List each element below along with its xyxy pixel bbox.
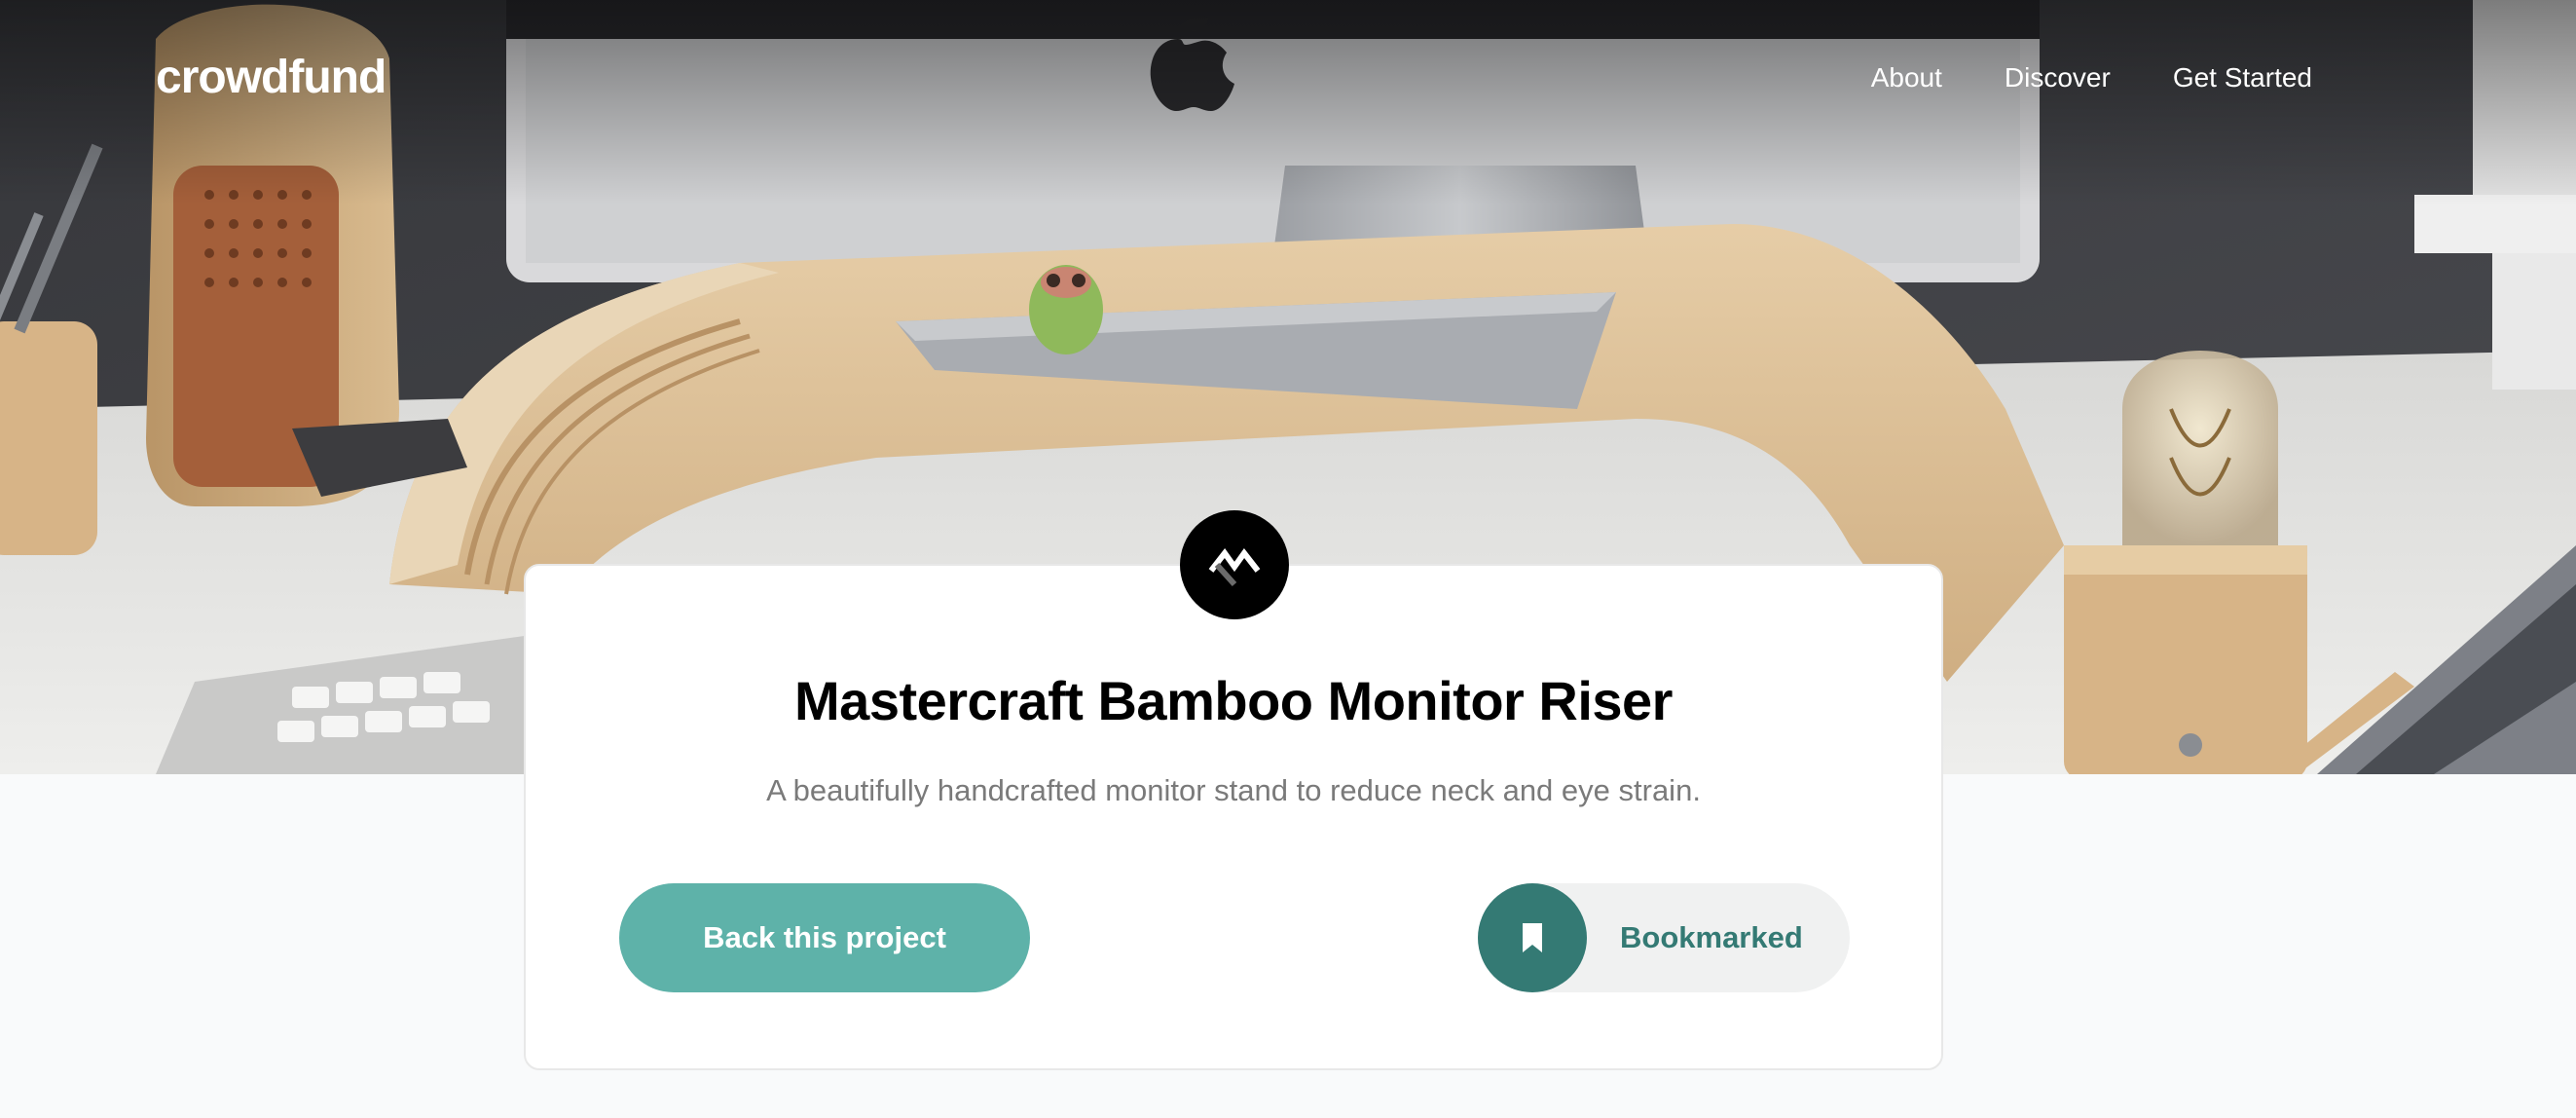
nav-link-about[interactable]: About bbox=[1871, 60, 1942, 95]
project-description: A beautifully handcrafted monitor stand … bbox=[766, 773, 1701, 807]
logo[interactable]: crowdfund bbox=[156, 51, 386, 105]
back-project-button[interactable]: Back this project bbox=[619, 883, 1030, 992]
project-title: Mastercraft Bamboo Monitor Riser bbox=[794, 670, 1673, 731]
bookmark-label: Bookmarked bbox=[1620, 920, 1803, 954]
nav-link-get-started[interactable]: Get Started bbox=[2173, 60, 2312, 95]
nav-link-discover[interactable]: Discover bbox=[2005, 60, 2111, 95]
bookmark-icon bbox=[1478, 883, 1587, 992]
bookmark-button[interactable]: Bookmarked bbox=[1478, 883, 1850, 992]
mastercraft-logo-icon bbox=[1180, 510, 1289, 619]
project-card bbox=[524, 564, 1943, 1070]
main-nav: About Discover Get Started bbox=[1871, 60, 2312, 95]
